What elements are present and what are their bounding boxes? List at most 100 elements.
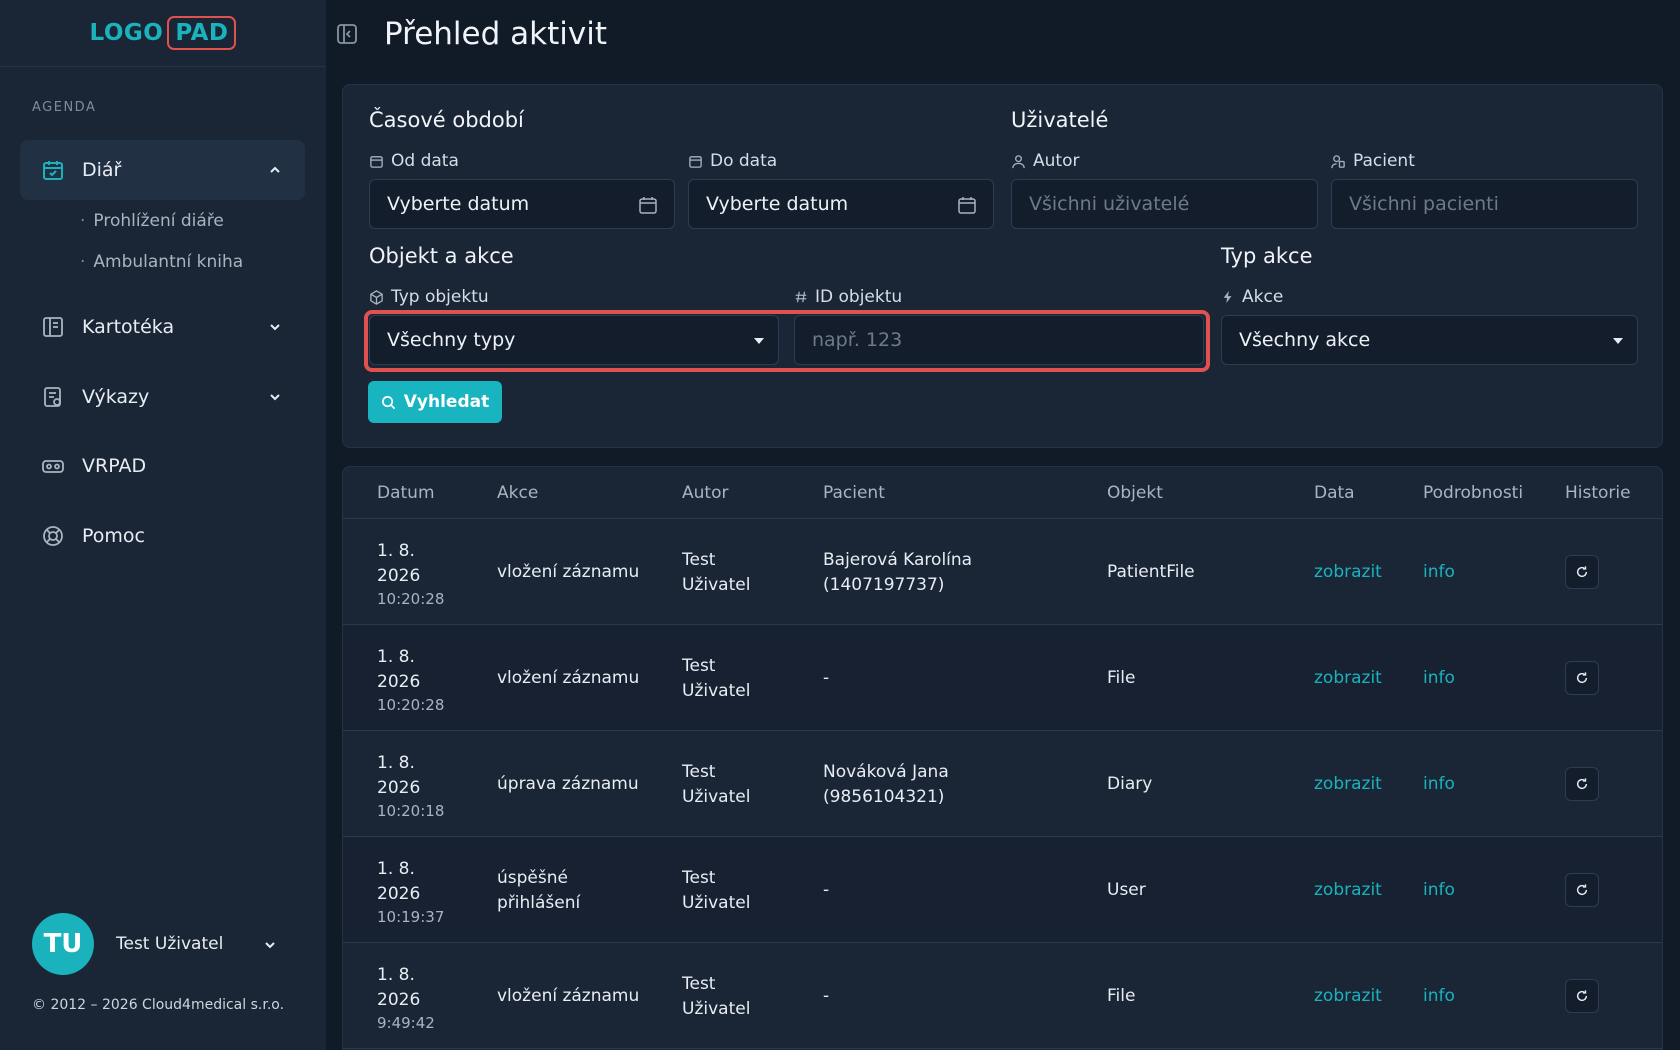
history-button[interactable] xyxy=(1565,979,1599,1013)
table-header: Datum Akce Autor Pacient Objekt Data Pod… xyxy=(343,467,1662,519)
details-link[interactable]: info xyxy=(1423,878,1455,903)
user-icon xyxy=(1012,154,1025,168)
hash-icon xyxy=(795,291,807,303)
object-type-label-text: Typ objektu xyxy=(391,287,489,307)
cell-patient: Bajerová Karolína (1407197737) xyxy=(823,548,972,598)
action-line-1: vložení záznamu xyxy=(497,668,640,688)
date-time: 10:20:28 xyxy=(377,590,445,608)
refresh-icon xyxy=(1576,672,1588,684)
patient-label: Pacient xyxy=(1331,151,1415,171)
action-value: Všechny akce xyxy=(1239,329,1371,351)
action-line-1: vložení záznamu xyxy=(497,562,640,582)
search-button[interactable]: Vyhledat xyxy=(368,381,502,423)
to-date-picker[interactable]: Vyberte datum xyxy=(688,179,994,229)
col-header-objekt: Objekt xyxy=(1107,483,1163,503)
patient-line-1: Bajerová Karolína xyxy=(823,550,973,570)
sidebar-item-pomoc[interactable]: Pomoc xyxy=(20,506,305,566)
cell-author: Test Uživatel xyxy=(682,972,750,1022)
object-title: Objekt a akce xyxy=(369,244,514,268)
patient-input[interactable] xyxy=(1349,193,1637,215)
cell-patient: - xyxy=(823,984,829,1009)
details-link[interactable]: info xyxy=(1423,666,1455,691)
header: Přehled aktivit xyxy=(326,0,1680,67)
sidebar-item-diar[interactable]: Diář xyxy=(20,140,305,200)
patient-line-1: Nováková Jana xyxy=(823,762,949,782)
cell-action: vložení záznamu xyxy=(497,560,639,585)
sidebar-item-label: Diář xyxy=(82,159,122,181)
col-header-autor: Autor xyxy=(682,483,729,503)
chevron-down-icon[interactable] xyxy=(267,319,283,335)
logo[interactable]: LOGO PAD xyxy=(90,16,237,50)
refresh-icon xyxy=(1576,884,1588,896)
calendar-icon[interactable] xyxy=(638,195,658,215)
col-header-podrobnosti: Podrobnosti xyxy=(1423,483,1524,503)
chevron-down-icon[interactable] xyxy=(267,389,283,405)
from-date-picker[interactable]: Vyberte datum xyxy=(369,179,675,229)
table-row: 1. 8. 2026 10:19:37 úspěšné přihlášení T… xyxy=(343,837,1662,943)
table-row: 1. 8. 2026 10:20:28 vložení záznamu Test… xyxy=(343,519,1662,625)
cell-action: vložení záznamu xyxy=(497,984,639,1009)
author-input[interactable] xyxy=(1029,193,1317,215)
data-link[interactable]: zobrazit xyxy=(1314,984,1382,1009)
data-link[interactable]: zobrazit xyxy=(1314,772,1382,797)
history-button[interactable] xyxy=(1565,555,1599,589)
cell-object: File xyxy=(1107,668,1136,688)
action-type-title: Typ akce xyxy=(1221,244,1313,268)
col-header-pacient: Pacient xyxy=(823,483,885,503)
author-line-1: Test xyxy=(682,656,716,676)
refresh-icon xyxy=(1576,566,1588,578)
author-input-wrap xyxy=(1011,179,1318,229)
data-link[interactable]: zobrazit xyxy=(1314,878,1382,903)
calendar-icon[interactable] xyxy=(957,195,977,215)
date-year: 2026 xyxy=(377,566,421,586)
history-button[interactable] xyxy=(1565,661,1599,695)
refresh-icon xyxy=(1576,778,1588,790)
from-date-label-text: Od data xyxy=(391,151,459,171)
date-day: 1. 8. xyxy=(377,647,415,667)
cube-icon xyxy=(370,289,383,305)
sidebar-toggle-icon[interactable] xyxy=(336,23,358,45)
object-id-label-text: ID objektu xyxy=(815,287,903,307)
cell-action: úprava záznamu xyxy=(497,772,639,797)
user-menu[interactable]: TU Test Uživatel xyxy=(32,913,275,975)
date-time: 10:19:37 xyxy=(377,908,445,926)
details-link[interactable]: info xyxy=(1423,984,1455,1009)
sidebar-subitem-prohlizeni[interactable]: Prohlížení diáře xyxy=(80,211,223,231)
user-name: Test Uživatel xyxy=(116,934,224,954)
sidebar-item-label: Kartotéka xyxy=(82,316,175,338)
history-button[interactable] xyxy=(1565,767,1599,801)
table-row: 1. 8. 2026 10:20:18 úprava záznamu Test … xyxy=(343,731,1662,837)
cell-object: Diary xyxy=(1107,774,1153,794)
action-select[interactable]: Všechny akce xyxy=(1221,315,1638,365)
sidebar-item-kartoteka[interactable]: Kartotéka xyxy=(20,297,305,357)
cell-object: PatientFile xyxy=(1107,562,1195,582)
data-link[interactable]: zobrazit xyxy=(1314,666,1382,691)
details-link[interactable]: info xyxy=(1423,772,1455,797)
search-button-label: Vyhledat xyxy=(403,392,490,412)
chevron-down-icon[interactable] xyxy=(262,937,278,953)
logo-bar: LOGO PAD xyxy=(0,0,326,67)
cell-author: Test Uživatel xyxy=(682,866,750,916)
author-line-1: Test xyxy=(682,974,716,994)
lifebuoy-icon xyxy=(40,523,66,549)
sidebar-subitem-ambulantni-kniha[interactable]: Ambulantní kniha xyxy=(80,252,243,272)
sidebar-item-vrpad[interactable]: VRPAD xyxy=(20,436,305,496)
filter-panel: Časové období Od data Vyberte datum Do d… xyxy=(342,84,1663,448)
date-year: 2026 xyxy=(377,672,421,692)
logo-part-1: LOGO xyxy=(89,20,164,46)
history-button[interactable] xyxy=(1565,873,1599,907)
logo-part-2: PAD xyxy=(167,16,237,50)
chevron-up-icon[interactable] xyxy=(267,162,283,178)
cell-author: Test Uživatel xyxy=(682,654,750,704)
details-link[interactable]: info xyxy=(1423,560,1455,585)
col-header-akce: Akce xyxy=(497,483,539,503)
sidebar-item-label: Pomoc xyxy=(82,525,145,547)
patient-line-2: (1407197737) xyxy=(823,575,945,595)
book-icon xyxy=(40,314,66,340)
data-link[interactable]: zobrazit xyxy=(1314,560,1382,585)
cell-object: User xyxy=(1107,880,1146,900)
sidebar-item-vykazy[interactable]: Výkazy xyxy=(20,367,305,427)
cell-patient: - xyxy=(823,878,829,903)
table-row: 1. 8. 2026 10:20:28 vložení záznamu Test… xyxy=(343,625,1662,731)
action-line-1: vložení záznamu xyxy=(497,986,640,1006)
